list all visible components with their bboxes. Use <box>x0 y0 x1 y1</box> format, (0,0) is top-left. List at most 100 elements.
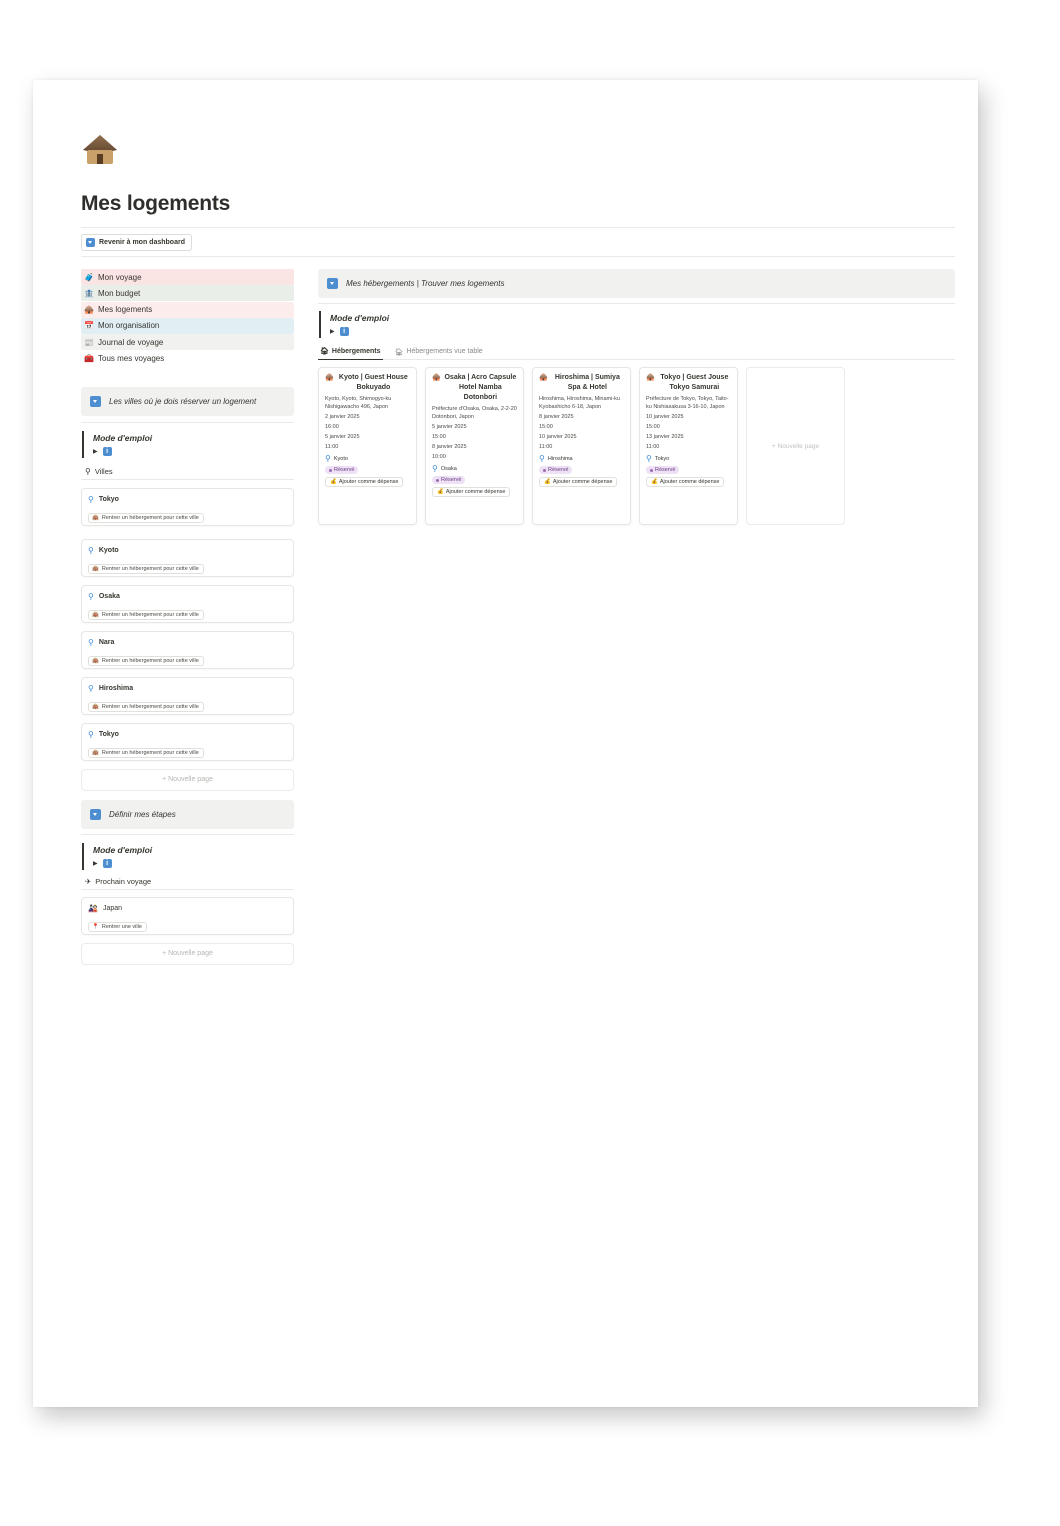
checkout-time: 11:00 <box>325 444 339 450</box>
checkin-date: 8 janvier 2025 <box>539 414 574 420</box>
lodging-card[interactable]: 🛖 Hiroshima | Sumiya Spa & Hotel Hiroshi… <box>532 367 631 525</box>
tab-hebergements[interactable]: 🏠︎ Hébergements <box>318 344 383 360</box>
nav-item-label: Journal de voyage <box>98 337 164 347</box>
add-lodging-button[interactable]: 🏨 Rentrer un hébergement pour cette vill… <box>88 701 204 712</box>
trip-db-title: Prochain voyage <box>95 876 152 886</box>
trip-card[interactable]: 🎎 Japan 📍 Rentrer une ville <box>81 896 294 935</box>
mode-emploi-toggle[interactable]: ▶ i <box>93 445 294 458</box>
nav-item[interactable]: 📅 Mon organisation <box>81 317 294 334</box>
status-badge: Réservé <box>432 476 466 484</box>
cities-db-header[interactable]: ⚲ Villes <box>81 464 294 480</box>
pin-icon: ⚲ <box>432 464 438 473</box>
city-card[interactable]: ⚲ Tokyo 🏨 Rentrer un hébergement pour ce… <box>81 722 294 761</box>
nav-item-label: Mon voyage <box>98 272 142 282</box>
add-lodging-button[interactable]: 🏨 Rentrer un hébergement pour cette vill… <box>88 512 204 523</box>
hut-icon: 🛖 <box>646 374 655 381</box>
lodging-city: Kyoto <box>333 455 348 462</box>
nav-item[interactable]: 🏦 Mon budget <box>81 285 294 302</box>
calendar-icon: 📅 <box>84 321 94 331</box>
divider <box>81 227 955 228</box>
city-card[interactable]: ⚲ Osaka 🏨 Rentrer un hébergement pour ce… <box>81 584 294 623</box>
checkout-date: 5 janvier 2025 <box>325 434 360 440</box>
toggle-icon <box>90 808 101 820</box>
lodging-city: Hiroshima <box>547 455 573 462</box>
back-to-dashboard-button[interactable]: Revenir à mon dashboard <box>81 234 192 251</box>
checkout-date: 10 janvier 2025 <box>539 434 577 440</box>
lodging-card[interactable]: 🛖 Kyoto | Guest House Bokuyado Kyoto, Ky… <box>318 367 417 525</box>
cities-callout[interactable]: Les villes où je dois réserver un logeme… <box>81 386 294 416</box>
info-icon: i <box>339 327 349 336</box>
add-lodging-button[interactable]: 🏨 Rentrer un hébergement pour cette vill… <box>88 609 204 620</box>
lodging-card[interactable]: 🛖 Osaka | Acro Capsule Hotel Namba Doton… <box>425 367 524 525</box>
mode-emploi-title: Mode d'emploi <box>93 844 153 855</box>
airplane-icon: ✈ <box>85 876 92 886</box>
toggle-arrow-icon: ▶ <box>93 448 98 455</box>
money-bag-icon: 💰 <box>651 479 658 485</box>
nav-item-label: Mon organisation <box>98 321 160 331</box>
status-dot <box>436 478 439 482</box>
nav-item[interactable]: 🧰 Tous mes voyages <box>81 350 294 367</box>
add-city-label: Rentrer une ville <box>101 923 142 930</box>
add-lodging-button[interactable]: 🏨 Rentrer un hébergement pour cette vill… <box>88 655 204 666</box>
hut-icon <box>83 135 117 164</box>
checkin-time: 15:00 <box>432 434 446 440</box>
add-expense-button[interactable]: 💰 Ajouter comme dépense <box>325 477 404 487</box>
money-bag-icon: 💰 <box>437 489 444 495</box>
city-card[interactable]: ⚲ Tokyo 🏨 Rentrer un hébergement pour ce… <box>81 487 294 526</box>
checkin-date: 2 janvier 2025 <box>325 414 360 420</box>
nav-item[interactable]: 🛖 Mes logements <box>81 301 294 318</box>
lodging-callout[interactable]: Mes hébergements | Trouver mes logements <box>318 269 955 298</box>
mode-emploi-toggle[interactable]: ▶ i <box>93 857 294 870</box>
add-lodging-label: Rentrer un hébergement pour cette ville <box>101 657 199 664</box>
tab-label: Hébergements vue table <box>406 348 483 355</box>
status-badge: Réservé <box>646 466 680 474</box>
tab-hebergements-table[interactable]: 🏠︎ Hébergements vue table <box>393 344 485 360</box>
cities-db-title: Villes <box>94 466 113 476</box>
nav-item[interactable]: 📰 Journal de voyage <box>81 334 294 351</box>
add-lodging-button[interactable]: 🏨 Rentrer un hébergement pour cette vill… <box>88 747 204 758</box>
checkout-date: 13 janvier 2025 <box>646 434 684 440</box>
pin-icon: ⚲ <box>88 684 94 694</box>
new-page-button[interactable]: + Nouvelle page <box>746 367 845 525</box>
add-expense-button[interactable]: 💰 Ajouter comme dépense <box>646 477 725 487</box>
add-expense-button[interactable]: 💰 Ajouter comme dépense <box>539 477 618 487</box>
mode-emploi-toggle[interactable]: ▶ i <box>330 325 955 338</box>
status-label: Réservé <box>334 467 355 473</box>
add-lodging-label: Rentrer un hébergement pour cette ville <box>101 514 199 521</box>
lodging-card[interactable]: 🛖 Tokyo | Guest Jouse Tokyo Samurai Préf… <box>639 367 738 525</box>
trip-db-header[interactable]: ✈ Prochain voyage <box>81 874 294 890</box>
nav-item[interactable]: 🧳 Mon voyage <box>81 269 294 285</box>
trip-name: Japan <box>102 905 123 913</box>
lodging-title: Hiroshima | Sumiya Spa & Hotel <box>554 374 620 391</box>
city-card[interactable]: ⚲ Kyoto 🏨 Rentrer un hébergement pour ce… <box>81 538 294 577</box>
city-name: Osaka <box>98 593 120 601</box>
checkin-date: 10 janvier 2025 <box>646 414 684 420</box>
hotel-icon: 🏨 <box>92 514 99 521</box>
pin-icon: ⚲ <box>88 495 94 505</box>
toggle-arrow-icon: ▶ <box>93 860 98 867</box>
back-button-label: Revenir à mon dashboard <box>99 239 185 246</box>
new-page-button[interactable]: + Nouvelle page <box>81 942 294 965</box>
lodging-address: Préfecture d'Osaka, Osaka, 2-2-20 Dotonb… <box>432 406 517 420</box>
mode-emploi-block: Mode d'emploi ▶ i <box>319 311 955 338</box>
steps-callout[interactable]: Définir mes étapes <box>81 799 294 829</box>
city-card[interactable]: ⚲ Hiroshima 🏨 Rentrer un hébergement pou… <box>81 676 294 715</box>
add-lodging-label: Rentrer un hébergement pour cette ville <box>101 749 199 756</box>
hut-icon: 🛖 <box>539 374 548 381</box>
toggle-arrow-icon: ▶ <box>330 329 335 335</box>
back-arrow-icon <box>86 238 95 247</box>
lodging-city: Tokyo <box>654 455 670 462</box>
add-city-button[interactable]: 📍 Rentrer une ville <box>88 921 147 932</box>
add-expense-button[interactable]: 💰 Ajouter comme dépense <box>432 487 511 497</box>
hut-icon: 🛖 <box>84 305 94 315</box>
lodging-address: Préfecture de Tokyo, Tokyo, Taito-ku Nis… <box>646 396 729 410</box>
bank-icon: 🏦 <box>84 288 94 298</box>
city-card[interactable]: ⚲ Nara 🏨 Rentrer un hébergement pour cet… <box>81 630 294 669</box>
add-expense-label: Ajouter comme dépense <box>552 479 613 485</box>
new-page-button[interactable]: + Nouvelle page <box>81 768 294 791</box>
mode-emploi-title: Mode d'emploi <box>93 432 153 443</box>
lodging-address: Hiroshima, Hiroshima, Minami-ku Kyobashi… <box>539 396 620 410</box>
add-lodging-button[interactable]: 🏨 Rentrer un hébergement pour cette vill… <box>88 563 204 574</box>
suitcase-icon: 🧰 <box>84 353 94 363</box>
city-name: Nara <box>98 639 115 647</box>
